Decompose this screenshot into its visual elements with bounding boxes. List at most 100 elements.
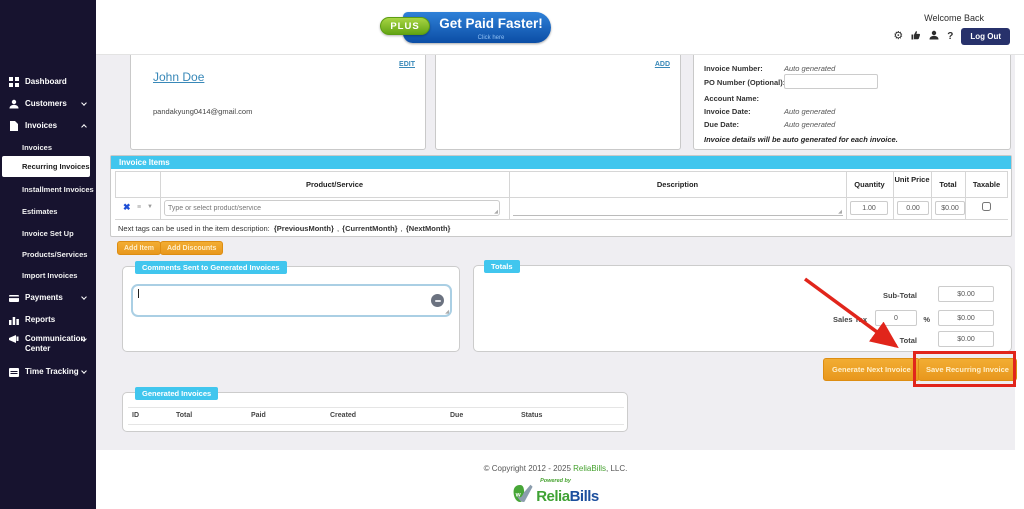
col-description: Description bbox=[509, 180, 846, 189]
due-date-value: Auto generated bbox=[784, 120, 835, 129]
invoice-date-label: Invoice Date: bbox=[704, 107, 751, 116]
po-number-label: PO Number (Optional): bbox=[704, 78, 785, 87]
sidebar-item-dashboard[interactable]: Dashboard bbox=[0, 74, 96, 89]
description-input[interactable] bbox=[515, 201, 825, 213]
tag-separator: , bbox=[337, 224, 339, 233]
reliabills-logo-icon: w bbox=[512, 484, 533, 508]
sales-tax-label: Sales Tax bbox=[797, 315, 867, 324]
sidebar-subitem-estimates[interactable]: Estimates bbox=[0, 204, 96, 218]
reliabills-link[interactable]: ReliaBills bbox=[573, 464, 606, 473]
line-total-input[interactable] bbox=[935, 201, 965, 215]
sidebar-item-payments[interactable]: Payments bbox=[0, 290, 96, 305]
delete-row-icon[interactable]: ✖ bbox=[123, 202, 131, 213]
total-label: Total bbox=[847, 336, 917, 345]
sidebar-subitem-products-services[interactable]: Products/Services bbox=[0, 247, 96, 261]
main-content: EDIT John Doe pandakyung0414@gmail.com A… bbox=[96, 55, 1024, 509]
quantity-input[interactable] bbox=[850, 201, 888, 215]
sidebar-subitem-recurring-invoices[interactable]: Recurring Invoices bbox=[2, 156, 90, 177]
chevron-up-icon bbox=[81, 124, 87, 130]
sidebar-item-label: Time Tracking bbox=[25, 367, 79, 376]
top-header: Get Paid Faster! Click here PLUS Welcome… bbox=[96, 0, 1024, 55]
due-date-label: Due Date: bbox=[704, 120, 739, 129]
sidebar-subitem-installment-invoices[interactable]: Installment Invoices bbox=[0, 182, 96, 196]
sidebar-subitem-invoices[interactable]: Invoices bbox=[0, 140, 96, 154]
col-taxable: Taxable bbox=[965, 180, 1008, 189]
comments-title: Comments Sent to Generated Invoices bbox=[135, 261, 287, 274]
account-name-label: Account Name: bbox=[704, 94, 759, 103]
invoice-number-value: Auto generated bbox=[784, 64, 835, 73]
resize-handle-icon[interactable]: ◢ bbox=[494, 209, 498, 215]
payments-icon bbox=[9, 293, 19, 303]
divider bbox=[128, 424, 624, 425]
logo-relia: Relia bbox=[536, 488, 569, 505]
resize-handle-icon[interactable]: ◢ bbox=[445, 309, 449, 315]
customer-name-link[interactable]: John Doe bbox=[153, 70, 204, 84]
communication-icon bbox=[9, 334, 19, 344]
percent-sign: % bbox=[923, 315, 930, 324]
add-discounts-button[interactable]: Add Discounts bbox=[160, 241, 223, 255]
invoice-items-section: Invoice Items Product/Service Descriptio… bbox=[110, 155, 1012, 237]
customer-card: EDIT John Doe pandakyung0414@gmail.com bbox=[130, 47, 426, 150]
po-number-input[interactable] bbox=[784, 74, 878, 89]
invoices-icon bbox=[9, 121, 19, 131]
sidebar-item-label: Payments bbox=[25, 293, 63, 302]
product-service-box: ◢ bbox=[164, 200, 500, 216]
recurring-invoice-page: Dashboard Customers Invoices Invoices Re… bbox=[0, 0, 1024, 509]
edit-customer-link[interactable]: EDIT bbox=[399, 61, 415, 68]
logout-button[interactable]: Log Out bbox=[961, 28, 1010, 45]
invoice-details-card: Invoice Number: Auto generated PO Number… bbox=[693, 47, 1011, 150]
invoice-date-value: Auto generated bbox=[784, 107, 835, 116]
sidebar-subitem-label: Import Invoices bbox=[22, 271, 77, 280]
text-cursor bbox=[138, 289, 139, 298]
gi-col-paid: Paid bbox=[251, 412, 266, 419]
subtotal-value[interactable] bbox=[938, 286, 994, 302]
invoice-number-label: Invoice Number: bbox=[704, 64, 763, 73]
divider bbox=[965, 171, 966, 219]
product-service-input[interactable] bbox=[168, 202, 478, 214]
sidebar-subitem-label: Products/Services bbox=[22, 250, 87, 259]
divider bbox=[115, 219, 1008, 220]
generate-next-invoice-button[interactable]: Generate Next Invoice bbox=[823, 358, 920, 381]
banner-click-here[interactable]: Click here bbox=[435, 35, 547, 41]
tag-separator: , bbox=[401, 224, 403, 233]
tags-note-text: Next tags can be used in the item descri… bbox=[118, 224, 270, 233]
help-icon[interactable]: ? bbox=[947, 32, 953, 42]
total-value[interactable] bbox=[938, 331, 994, 347]
thumbs-up-icon[interactable] bbox=[911, 30, 921, 43]
comments-textarea[interactable] bbox=[137, 288, 427, 312]
emoji-picker-icon[interactable] bbox=[431, 294, 444, 307]
sales-tax-rate-input[interactable] bbox=[875, 310, 917, 326]
resize-handle-icon[interactable]: ◢ bbox=[838, 209, 842, 215]
divider bbox=[931, 171, 932, 219]
reliabills-logo[interactable]: w ReliaBills bbox=[96, 484, 1015, 508]
row-handle-icon[interactable]: ≡ bbox=[137, 204, 141, 211]
sales-tax-value[interactable] bbox=[938, 310, 994, 326]
row-dropdown-icon[interactable]: ▼ bbox=[147, 204, 153, 210]
unit-price-input[interactable] bbox=[897, 201, 929, 215]
customer-email: pandakyung0414@gmail.com bbox=[153, 107, 252, 116]
sidebar-subitem-invoice-set-up[interactable]: Invoice Set Up bbox=[0, 226, 96, 240]
comments-box: ◢ bbox=[131, 284, 452, 317]
sidebar-item-time-tracking[interactable]: Time Tracking bbox=[0, 364, 96, 379]
subtotal-label: Sub-Total bbox=[847, 291, 917, 300]
chevron-down-icon bbox=[81, 294, 87, 300]
col-total: Total bbox=[931, 180, 965, 189]
gear-icon[interactable]: ⚙ bbox=[893, 31, 903, 42]
sidebar-item-customers[interactable]: Customers bbox=[0, 96, 96, 111]
save-recurring-invoice-button[interactable]: Save Recurring Invoice bbox=[918, 358, 1017, 381]
add-recipient-link[interactable]: ADD bbox=[655, 61, 670, 68]
taxable-checkbox[interactable] bbox=[982, 202, 991, 211]
sidebar-item-communication-center[interactable]: Communication Center bbox=[0, 332, 96, 356]
description-box: ◢ bbox=[513, 200, 843, 216]
chevron-down-icon bbox=[81, 100, 87, 106]
sidebar-item-reports[interactable]: Reports bbox=[0, 312, 96, 327]
dashboard-icon bbox=[9, 77, 19, 87]
user-icon[interactable] bbox=[929, 30, 939, 43]
sidebar-subitem-import-invoices[interactable]: Import Invoices bbox=[0, 268, 96, 282]
tag-previous-month: {PreviousMonth} bbox=[274, 224, 334, 233]
sidebar-item-label: Invoices bbox=[25, 121, 57, 130]
generated-invoices-title: Generated Invoices bbox=[135, 387, 218, 400]
add-item-button[interactable]: Add Item bbox=[117, 241, 161, 255]
sidebar-item-invoices[interactable]: Invoices bbox=[0, 118, 96, 133]
comments-section: Comments Sent to Generated Invoices ◢ bbox=[122, 266, 460, 352]
